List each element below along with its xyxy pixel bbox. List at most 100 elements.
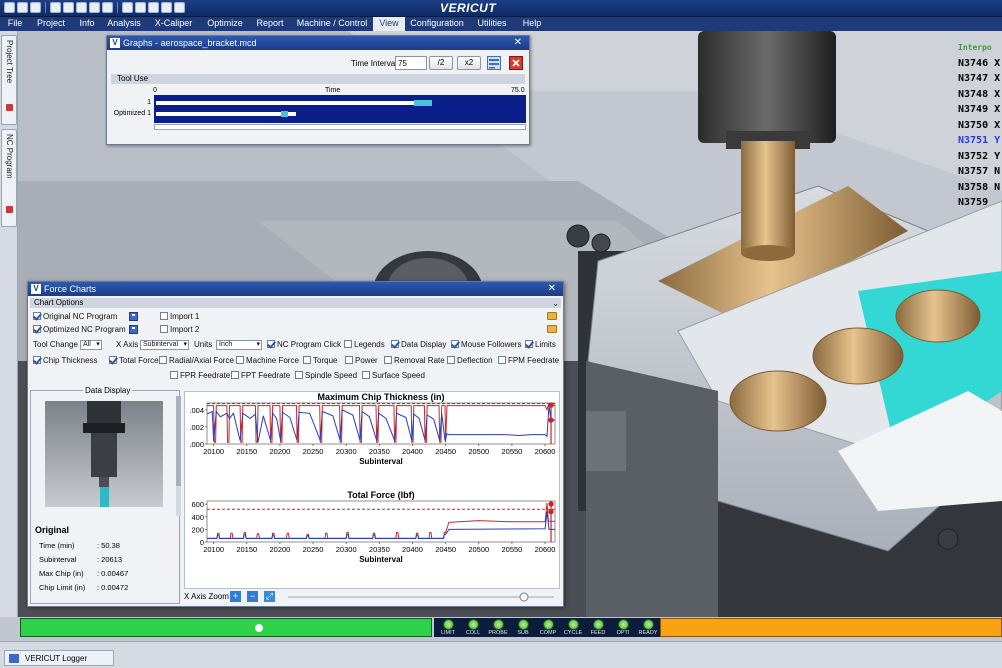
machine-force-checkbox[interactable]: Machine Force xyxy=(236,356,299,365)
x-axis-zoom-slider[interactable] xyxy=(284,591,558,602)
tool-use-bar[interactable] xyxy=(156,112,296,116)
reset-icon[interactable] xyxy=(89,2,100,13)
surface-speed-checkbox[interactable]: Surface Speed xyxy=(362,371,425,380)
view-icon[interactable] xyxy=(122,2,133,13)
zoom-fit-icon[interactable]: ⤢ xyxy=(264,591,275,602)
horizontal-scrollbar[interactable] xyxy=(154,124,526,130)
progress-slider-knob[interactable] xyxy=(254,624,263,632)
delete-icon[interactable] xyxy=(509,56,523,70)
collapse-chevron-icon[interactable]: ⌄ xyxy=(552,299,559,308)
tool-change-select[interactable]: All xyxy=(80,340,102,350)
vertical-scrollbar[interactable] xyxy=(176,396,181,516)
nc-line[interactable]: N3758 N xyxy=(958,180,1002,196)
units-select[interactable]: Inch xyxy=(216,340,262,350)
chip-thickness-checkbox[interactable]: Chip Thickness xyxy=(33,356,98,365)
menu-x-caliper[interactable]: X-Caliper xyxy=(146,17,201,31)
pin-icon[interactable] xyxy=(6,104,13,111)
save-icon[interactable] xyxy=(129,312,138,321)
radial-axial-force-checkbox[interactable]: Radial/Axial Force xyxy=(159,356,234,365)
x-tick-label: 20450 xyxy=(435,545,456,554)
deflection-checkbox[interactable]: Deflection xyxy=(447,356,493,365)
close-icon[interactable]: ✕ xyxy=(548,283,556,294)
menu-configuration[interactable]: Configuration xyxy=(405,17,469,31)
menu-report[interactable]: Report xyxy=(249,17,291,31)
nc-line[interactable]: N3752 Y xyxy=(958,149,1002,165)
graphs-window-titlebar[interactable]: V Graphs - aerospace_bracket.mcd ✕ xyxy=(107,36,529,50)
checkbox-label: Import 2 xyxy=(170,325,200,334)
nc-program-click-checkbox[interactable]: NC Program Click xyxy=(267,340,341,349)
nc-line[interactable]: N3751 Y xyxy=(958,133,1002,149)
mouse-followers-checkbox[interactable]: Mouse Followers xyxy=(451,340,521,349)
legends-checkbox[interactable]: Legends xyxy=(344,340,385,349)
menu-view[interactable]: View xyxy=(373,17,405,31)
info-icon[interactable] xyxy=(76,2,87,13)
x-tick-label: 20400 xyxy=(402,447,423,456)
force-charts-plot-area[interactable]: Maximum Chip Thickness (in) .004.002.000 2… xyxy=(184,391,560,589)
force-charts-titlebar[interactable]: V Force Charts ✕ xyxy=(28,282,563,296)
layout-icon[interactable] xyxy=(135,2,146,13)
menu-help[interactable]: Help xyxy=(515,17,549,31)
limits-checkbox[interactable]: Limits xyxy=(525,340,556,349)
dock-tab-project-tree[interactable]: Project Tree xyxy=(1,35,17,125)
help-icon[interactable] xyxy=(174,2,185,13)
total-force-checkbox[interactable]: Total Force xyxy=(109,356,159,365)
nc-line[interactable]: N3750 X xyxy=(958,118,1002,134)
torque-checkbox[interactable]: Torque xyxy=(303,356,337,365)
pin-icon[interactable] xyxy=(6,206,13,213)
folder-icon[interactable] xyxy=(547,325,557,333)
halve-interval-button[interactable]: /2 xyxy=(429,56,453,70)
menu-utilities[interactable]: Utilities xyxy=(469,17,515,31)
redo-icon[interactable] xyxy=(63,2,74,13)
fpt-feedrate-checkbox[interactable]: FPT Feedrate xyxy=(231,371,290,380)
spindle-speed-checkbox[interactable]: Spindle Speed xyxy=(295,371,357,380)
play-icon[interactable] xyxy=(102,2,113,13)
tool-use-timeline[interactable] xyxy=(154,95,526,123)
zoom-icon[interactable] xyxy=(148,2,159,13)
nc-line[interactable]: N3747 X xyxy=(958,71,1002,87)
nc-line[interactable]: N3746 X xyxy=(958,56,1002,72)
save-icon[interactable] xyxy=(30,2,41,13)
folder-icon[interactable] xyxy=(547,312,557,320)
menu-file[interactable]: File xyxy=(0,17,30,31)
removal-rate-checkbox[interactable]: Removal Rate xyxy=(384,356,445,365)
data-display-checkbox[interactable]: Data Display xyxy=(391,340,446,349)
double-interval-button[interactable]: x2 xyxy=(457,56,481,70)
time-interval-input[interactable]: 75 xyxy=(395,56,427,70)
nc-line[interactable]: N3757 N xyxy=(958,164,1002,180)
fpm-feedrate-checkbox[interactable]: FPM Feedrate xyxy=(498,356,559,365)
fpr-feedrate-checkbox[interactable]: FPR Feedrate xyxy=(170,371,230,380)
chart-title: Maximum Chip Thickness (in) xyxy=(317,392,444,402)
nc-line[interactable]: N3748 X xyxy=(958,87,1002,103)
nc-line[interactable]: N3749 X xyxy=(958,102,1002,118)
simulation-progress-bar[interactable] xyxy=(20,618,432,637)
close-icon[interactable]: ✕ xyxy=(514,37,522,48)
optimized-nc-program-checkbox[interactable]: Optimized NC Program xyxy=(33,325,126,334)
power-checkbox[interactable]: Power xyxy=(345,356,378,365)
nc-line[interactable]: N3759 xyxy=(958,195,1002,211)
tool-use-bar[interactable] xyxy=(156,101,429,105)
vericut-logger-tab[interactable]: VERICUT Logger xyxy=(4,650,114,666)
menu-optimize[interactable]: Optimize xyxy=(201,17,249,31)
y-tick-label: .000 xyxy=(189,440,204,449)
status-light-label: LIMIT xyxy=(440,630,456,636)
import-2-checkbox[interactable]: Import 2 xyxy=(160,325,199,334)
dock-tab-nc-program[interactable]: NC Program xyxy=(1,129,17,227)
settings-icon[interactable] xyxy=(161,2,172,13)
save-icon[interactable] xyxy=(129,325,138,334)
zoom-out-icon[interactable]: − xyxy=(247,591,258,602)
original-nc-program-checkbox[interactable]: Original NC Program xyxy=(33,312,117,321)
x-axis-select[interactable]: Subinterval xyxy=(140,340,190,350)
menu-analysis[interactable]: Analysis xyxy=(102,17,146,31)
undo-icon[interactable] xyxy=(50,2,61,13)
menu-machine-control[interactable]: Machine / Control xyxy=(291,17,373,31)
force-charts-svg[interactable]: Maximum Chip Thickness (in).004.002.0002… xyxy=(185,392,561,590)
chart-settings-icon[interactable] xyxy=(487,56,501,70)
import-1-checkbox[interactable]: Import 1 xyxy=(160,312,199,321)
menu-info[interactable]: Info xyxy=(72,17,102,31)
open-icon[interactable] xyxy=(17,2,28,13)
y-tick-label: 600 xyxy=(191,500,204,509)
nc-program-listing[interactable]: Interpo N3746 X N3747 X N3748 X N3749 X N3750… xyxy=(958,40,1002,211)
new-icon[interactable] xyxy=(4,2,15,13)
menu-project[interactable]: Project xyxy=(30,17,72,31)
zoom-in-icon[interactable]: + xyxy=(230,591,241,602)
